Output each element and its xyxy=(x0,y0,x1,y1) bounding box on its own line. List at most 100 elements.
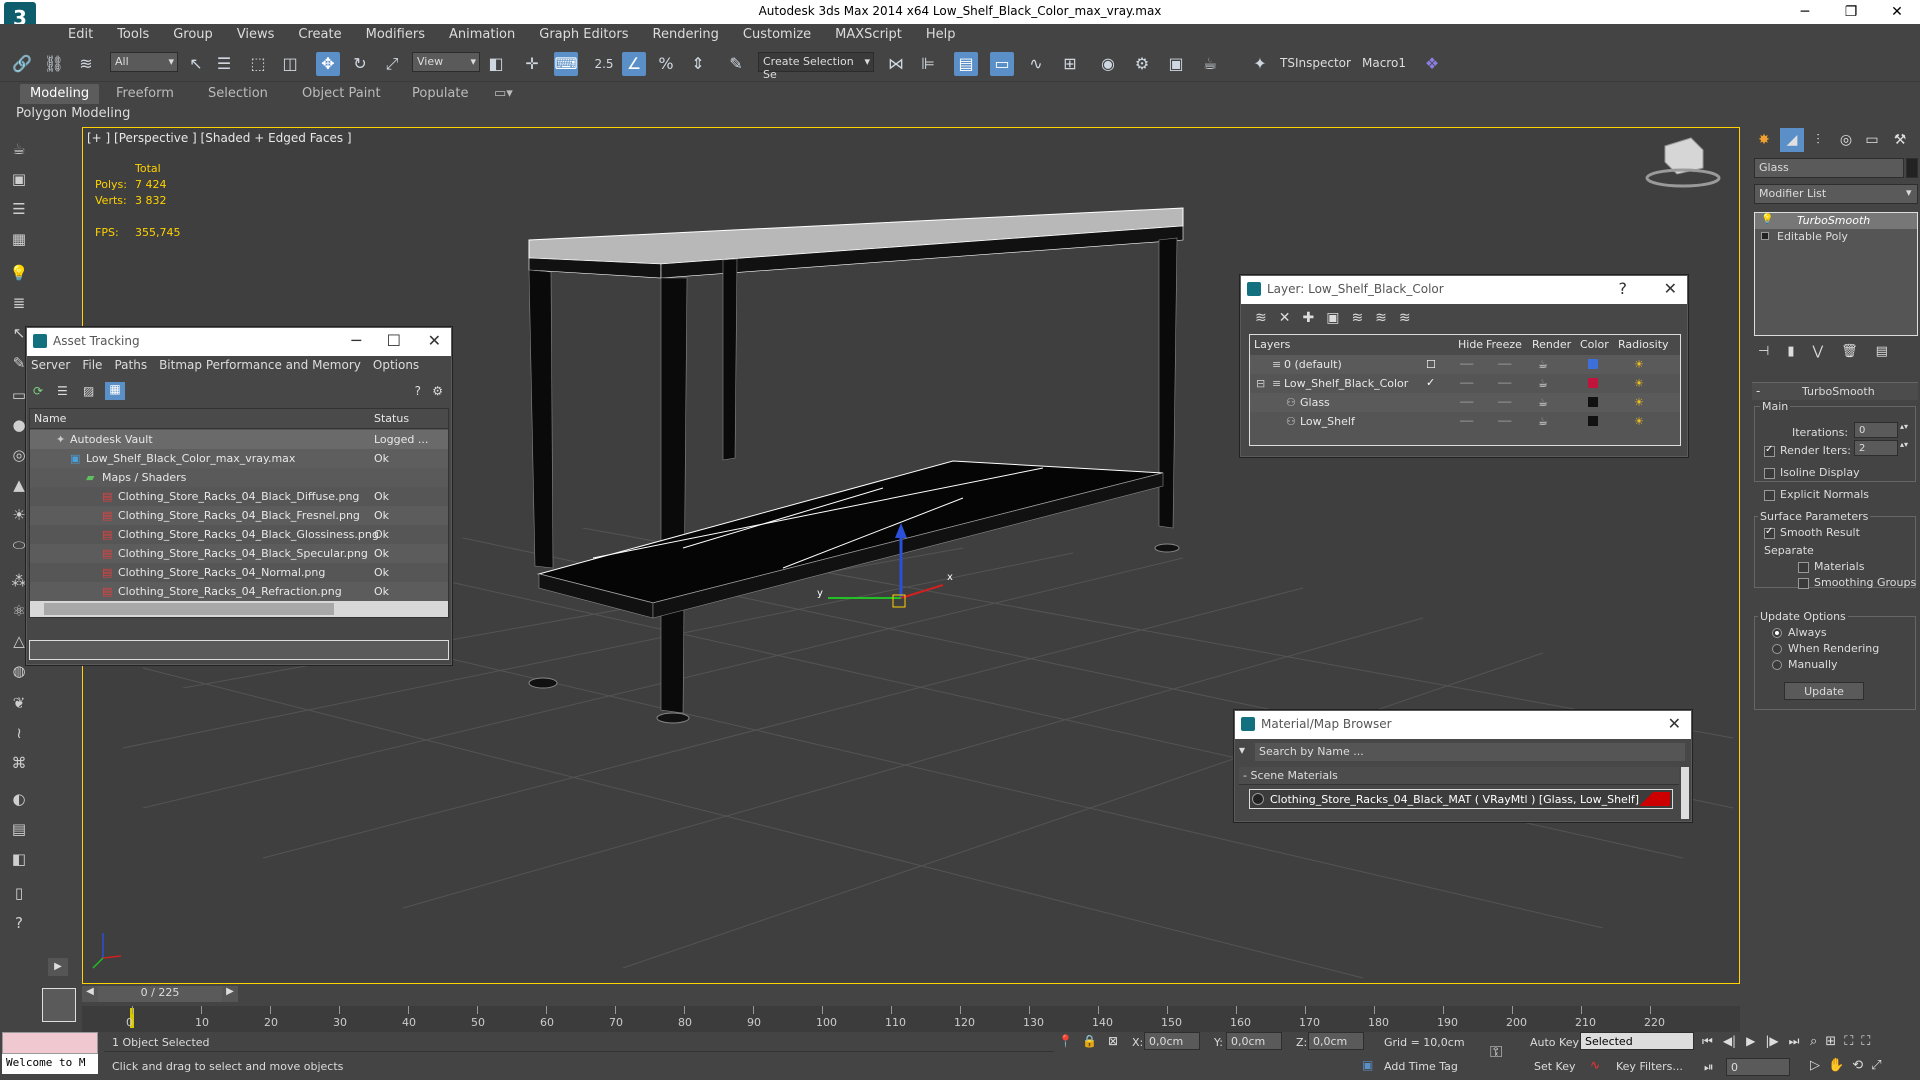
radiosity-icon[interactable]: ☀ xyxy=(1634,396,1644,409)
manually-radio[interactable] xyxy=(1772,660,1782,670)
layer-color-swatch[interactable] xyxy=(1588,397,1598,407)
hair-icon[interactable]: ≀ xyxy=(6,720,32,746)
select-link-icon[interactable]: 🔗 xyxy=(10,52,34,76)
material-editor-icon[interactable]: ◉ xyxy=(1096,52,1120,76)
horizontal-scrollbar[interactable] xyxy=(30,601,448,617)
mirror-icon[interactable]: ⋈ xyxy=(884,52,908,76)
menu-bitmap-performance[interactable]: Bitmap Performance and Memory xyxy=(159,358,361,372)
always-radio[interactable] xyxy=(1772,628,1782,638)
render-teapot-icon[interactable]: ☕ xyxy=(1538,396,1548,409)
tab-modeling[interactable]: Modeling xyxy=(20,84,100,104)
angle-snap-icon[interactable]: ∠ xyxy=(622,52,646,76)
search-options-icon[interactable]: ▾ xyxy=(1239,743,1245,757)
next-frame-icon[interactable]: ▶ xyxy=(222,986,238,1002)
material-search-input[interactable]: Search by Name ... xyxy=(1255,743,1685,761)
orbit-icon[interactable]: ⟲ xyxy=(1852,1058,1863,1073)
teapot-icon[interactable]: ☕ xyxy=(6,136,32,162)
go-to-end-icon[interactable]: ⏭ xyxy=(1789,1034,1800,1049)
expand-arrow-icon[interactable]: ▶ xyxy=(48,958,68,976)
menu-rendering[interactable]: Rendering xyxy=(641,24,731,46)
tab-selection[interactable]: Selection xyxy=(198,84,278,104)
object-color-swatch[interactable] xyxy=(1906,158,1918,178)
menu-animation[interactable]: Animation xyxy=(437,24,527,46)
show-end-result-icon[interactable]: ▮ xyxy=(1787,344,1794,359)
motion-tab-icon[interactable]: ◎ xyxy=(1834,128,1858,152)
named-selection-set-input[interactable]: Create Selection Se xyxy=(758,52,874,81)
tab-freeform[interactable]: Freeform xyxy=(106,84,184,104)
scene-icon[interactable]: ▤ xyxy=(6,816,32,842)
column-color[interactable]: Color xyxy=(1580,338,1609,351)
asset-path-input[interactable] xyxy=(29,640,449,660)
zoom-icon[interactable]: ⌕ xyxy=(1810,1034,1817,1049)
column-layers[interactable]: Layers xyxy=(1254,338,1290,351)
table-view-icon[interactable]: ▦ xyxy=(105,382,125,400)
absolute-mode-icon[interactable]: ⊠ xyxy=(1108,1034,1118,1048)
select-scale-icon[interactable]: ⤢ xyxy=(380,52,404,76)
keyboard-shortcut-icon[interactable]: ⌨ xyxy=(554,52,578,76)
play-icon[interactable]: ▶ xyxy=(1746,1034,1755,1049)
edit-named-selection-icon[interactable]: ✎ xyxy=(724,52,748,76)
table-row[interactable]: ▰ Maps / Shaders xyxy=(30,468,448,487)
layer-row[interactable]: ⚇ Glass ── ── ☕ ☀ xyxy=(1250,393,1680,412)
window-crossing-icon[interactable]: ◫ xyxy=(278,52,302,76)
layer-color-swatch[interactable] xyxy=(1588,416,1598,426)
menu-views[interactable]: Views xyxy=(225,24,287,46)
scene-materials-header[interactable]: - Scene Materials xyxy=(1239,767,1679,785)
spinner-snap-icon[interactable]: ⇕ xyxy=(686,52,710,76)
restore-button[interactable]: ❐ xyxy=(1828,0,1874,24)
hide-toggle[interactable]: ── xyxy=(1460,415,1473,428)
grid-icon[interactable]: ▦ xyxy=(6,226,32,252)
delete-layer-icon[interactable]: ✕ xyxy=(1279,310,1291,326)
spinner-arrows-icon[interactable]: ▴▾ xyxy=(1900,440,1908,449)
freeze-all-icon[interactable]: ≋ xyxy=(1399,310,1411,326)
pivot-center-icon[interactable]: ◧ xyxy=(484,52,508,76)
radiosity-icon[interactable]: ☀ xyxy=(1634,415,1644,428)
layer-explorer-icon[interactable]: ▤ xyxy=(954,52,978,76)
maximize-icon[interactable]: ☐ xyxy=(387,331,401,350)
help-icon[interactable]: ? xyxy=(415,384,421,398)
layer-row[interactable]: ⊟ ≡ Low_Shelf_Black_Color ✓ ── ── ☕ ☀ xyxy=(1250,374,1680,393)
render-teapot-icon[interactable]: ☕ xyxy=(1538,358,1548,371)
render-setup-icon[interactable]: ⚙ xyxy=(1130,52,1154,76)
menu-group[interactable]: Group xyxy=(161,24,225,46)
select-in-layer-icon[interactable]: ▣ xyxy=(1326,310,1339,326)
select-manipulate-icon[interactable]: ✛ xyxy=(520,52,544,76)
ribbon-options-icon[interactable]: ▭▾ xyxy=(484,84,523,104)
toggle-ribbon-icon[interactable]: ▭ xyxy=(990,52,1014,76)
table-row[interactable]: ✦ Autodesk Vault Logged ... xyxy=(30,430,448,449)
maximize-viewport-icon[interactable]: ⤢ xyxy=(1871,1058,1881,1073)
hierarchy-tab-icon[interactable]: ⫶ xyxy=(1806,128,1830,152)
layers-icon[interactable]: ≣ xyxy=(6,290,32,316)
time-tag-icon[interactable]: ▣ xyxy=(1362,1058,1373,1072)
menu-modifiers[interactable]: Modifiers xyxy=(354,24,437,46)
refresh-icon[interactable]: ⟳ xyxy=(33,384,43,398)
add-to-layer-icon[interactable]: ✚ xyxy=(1302,310,1314,326)
hide-all-icon[interactable]: ≋ xyxy=(1375,310,1387,326)
column-name-header[interactable]: Name xyxy=(34,412,66,425)
macro1-label[interactable]: Macro1 xyxy=(1362,56,1406,70)
menu-edit[interactable]: Edit xyxy=(56,24,105,46)
key-mode-select[interactable]: Selected xyxy=(1580,1032,1694,1050)
modifier-list-select[interactable]: Modifier List xyxy=(1754,184,1918,204)
active-layer-icon[interactable]: ☐ xyxy=(1426,358,1436,371)
curve-editor-icon[interactable]: ∿ xyxy=(1024,52,1048,76)
column-render[interactable]: Render xyxy=(1532,338,1571,351)
create-tab-icon[interactable]: ✸ xyxy=(1752,128,1776,152)
vertical-scrollbar[interactable] xyxy=(1681,767,1689,819)
layer-row[interactable]: ⚇ Low_Shelf ── ── ☕ ☀ xyxy=(1250,412,1680,431)
freeze-toggle[interactable]: ── xyxy=(1498,396,1511,409)
table-row[interactable]: ▤ Clothing_Store_Racks_04_Refraction.png… xyxy=(30,582,448,601)
menu-customize[interactable]: Customize xyxy=(731,24,823,46)
help-button[interactable]: ? xyxy=(1619,279,1628,298)
pan-icon[interactable]: ✋ xyxy=(1828,1058,1844,1073)
close-icon[interactable]: ✕ xyxy=(428,331,441,350)
mini-curve-editor-icon[interactable] xyxy=(42,988,76,1022)
radiosity-icon[interactable]: ☀ xyxy=(1634,377,1644,390)
minimize-button[interactable]: ─ xyxy=(1782,0,1828,24)
chevron-down-icon[interactable]: ▾ xyxy=(1906,186,1912,199)
tsinspector-icon[interactable]: ✦ xyxy=(1248,52,1272,76)
percent-snap-icon[interactable]: % xyxy=(654,52,678,76)
go-to-start-icon[interactable]: ⏮ xyxy=(1702,1034,1713,1049)
snaps-toggle-icon[interactable]: 2.5 xyxy=(592,52,616,76)
display-tab-icon[interactable]: ▭ xyxy=(1860,128,1884,152)
